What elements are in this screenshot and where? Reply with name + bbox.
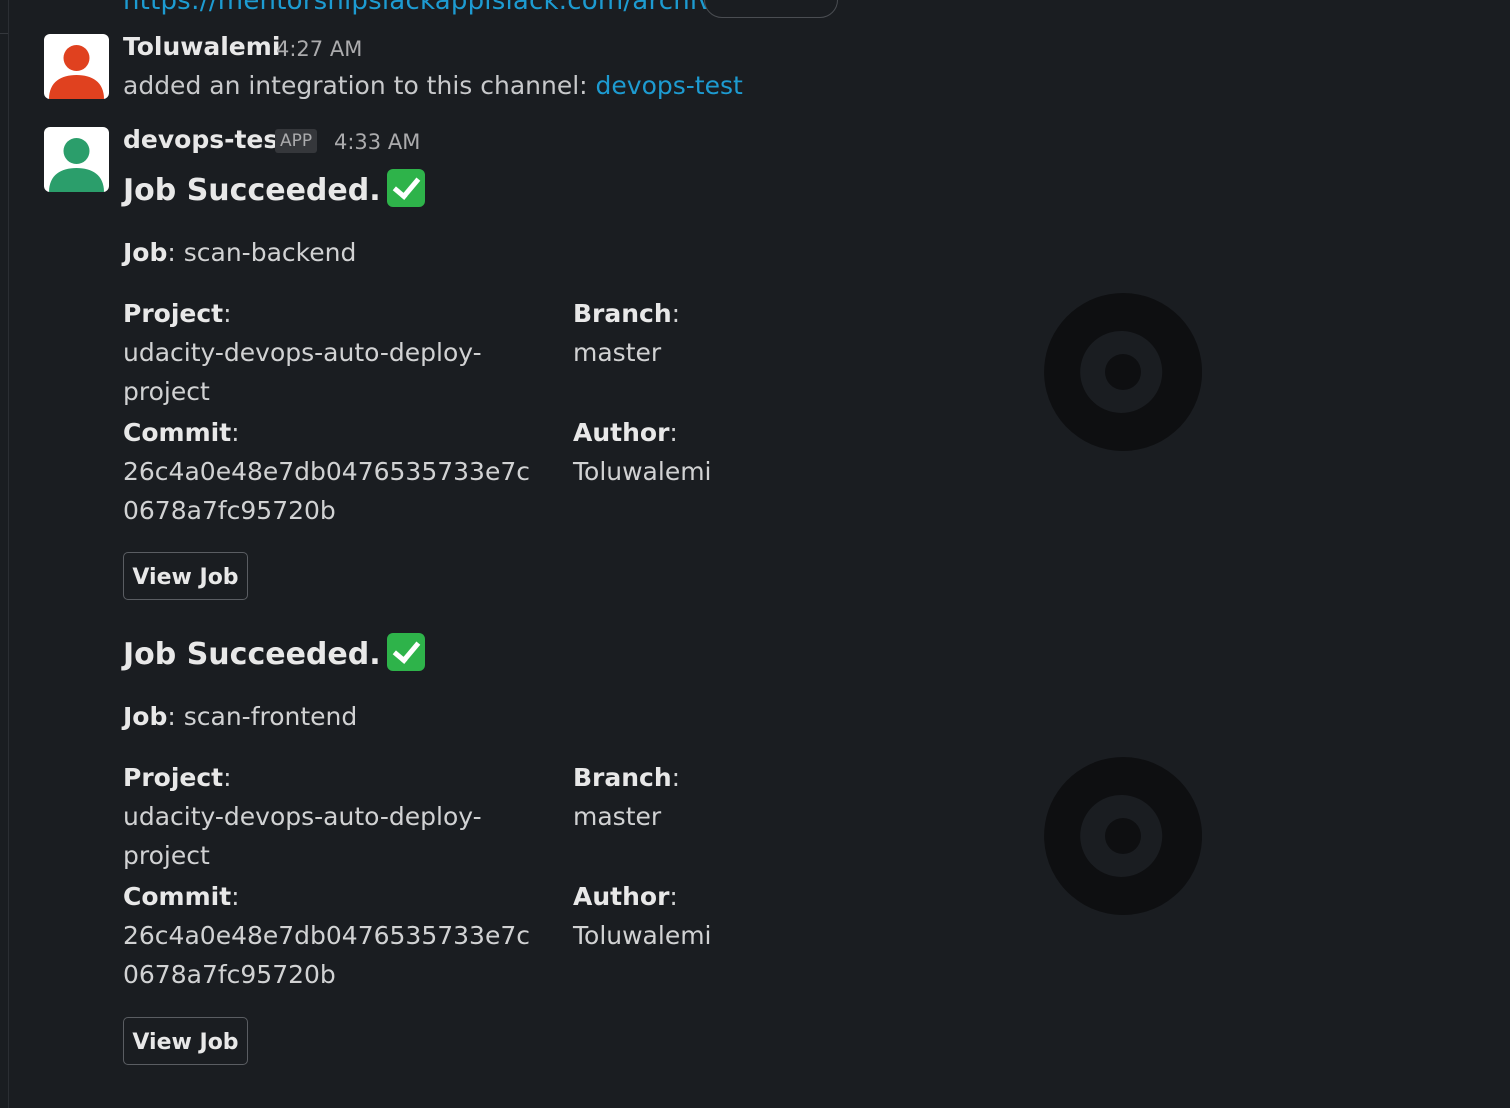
white-check-mark-icon <box>386 169 425 207</box>
app-badge: APP <box>275 129 318 153</box>
message-timestamp[interactable]: 4:27 AM <box>276 37 362 61</box>
field-label: Commit <box>123 882 232 911</box>
system-message: added an integration to this channel: de… <box>123 71 743 100</box>
integration-link[interactable]: devops-test <box>596 71 743 100</box>
project-field: Project: udacity-devops-auto-deploy-proje… <box>123 294 543 411</box>
job-headline: Job Succeeded. <box>123 633 425 672</box>
new-messages-pill[interactable] <box>704 0 838 18</box>
author-field: Author: Toluwalemi <box>573 413 873 491</box>
message-pane: https://mentorshipslackappislack.com/arc… <box>0 0 1510 1108</box>
job-field: Job: scan-frontend <box>123 702 358 731</box>
field-label: Project <box>123 299 224 328</box>
white-check-mark-icon <box>386 633 425 671</box>
message-author[interactable]: Toluwalemi <box>123 32 280 61</box>
project-field: Project: udacity-devops-auto-deploy-proje… <box>123 758 543 875</box>
field-label: Author <box>573 882 670 911</box>
app-avatar-icon <box>49 138 104 192</box>
system-message-text: added an integration to this channel: <box>123 71 596 100</box>
author-field: Author: Toluwalemi <box>573 877 873 955</box>
field-value: 26c4a0e48e7db0476535733e7c0678a7fc95720b <box>123 921 530 989</box>
field-label: Branch <box>573 299 672 328</box>
field-label: Author <box>573 418 670 447</box>
commit-field: Commit: 26c4a0e48e7db0476535733e7c0678a7f… <box>123 413 543 530</box>
field-value: scan-frontend <box>183 702 358 731</box>
field-label: Commit <box>123 418 232 447</box>
field-label: Job <box>123 702 168 731</box>
avatar[interactable] <box>44 127 109 192</box>
message-author[interactable]: devops-test <box>123 125 290 154</box>
field-value: Toluwalemi <box>573 921 712 950</box>
job-headline: Job Succeeded. <box>123 169 425 208</box>
field-label: Branch <box>573 763 672 792</box>
branch-field: Branch: master <box>573 294 873 372</box>
user-avatar-icon <box>49 45 104 99</box>
commit-field: Commit: 26c4a0e48e7db0476535733e7c0678a7f… <box>123 877 543 994</box>
branch-field: Branch: master <box>573 758 873 836</box>
field-value: 26c4a0e48e7db0476535733e7c0678a7fc95720b <box>123 457 530 525</box>
view-job-button[interactable]: View Job <box>123 552 248 600</box>
divider <box>0 33 8 34</box>
job-headline-text: Job Succeeded. <box>123 637 381 672</box>
circleci-logo-icon <box>1044 293 1202 451</box>
field-value: master <box>573 338 662 367</box>
field-value: master <box>573 802 662 831</box>
field-value: scan-backend <box>183 238 357 267</box>
view-job-button[interactable]: View Job <box>123 1017 248 1065</box>
field-value: Toluwalemi <box>573 457 712 486</box>
field-label: Job <box>123 238 168 267</box>
circleci-logo-icon <box>1044 757 1202 915</box>
field-value: udacity-devops-auto-deploy-project <box>123 802 482 870</box>
job-field: Job: scan-backend <box>123 238 357 267</box>
field-value: udacity-devops-auto-deploy-project <box>123 338 482 406</box>
message-timestamp[interactable]: 4:33 AM <box>334 130 420 154</box>
job-headline-text: Job Succeeded. <box>123 173 381 208</box>
field-label: Project <box>123 763 224 792</box>
pane-divider <box>0 0 9 1108</box>
avatar[interactable] <box>44 34 109 99</box>
